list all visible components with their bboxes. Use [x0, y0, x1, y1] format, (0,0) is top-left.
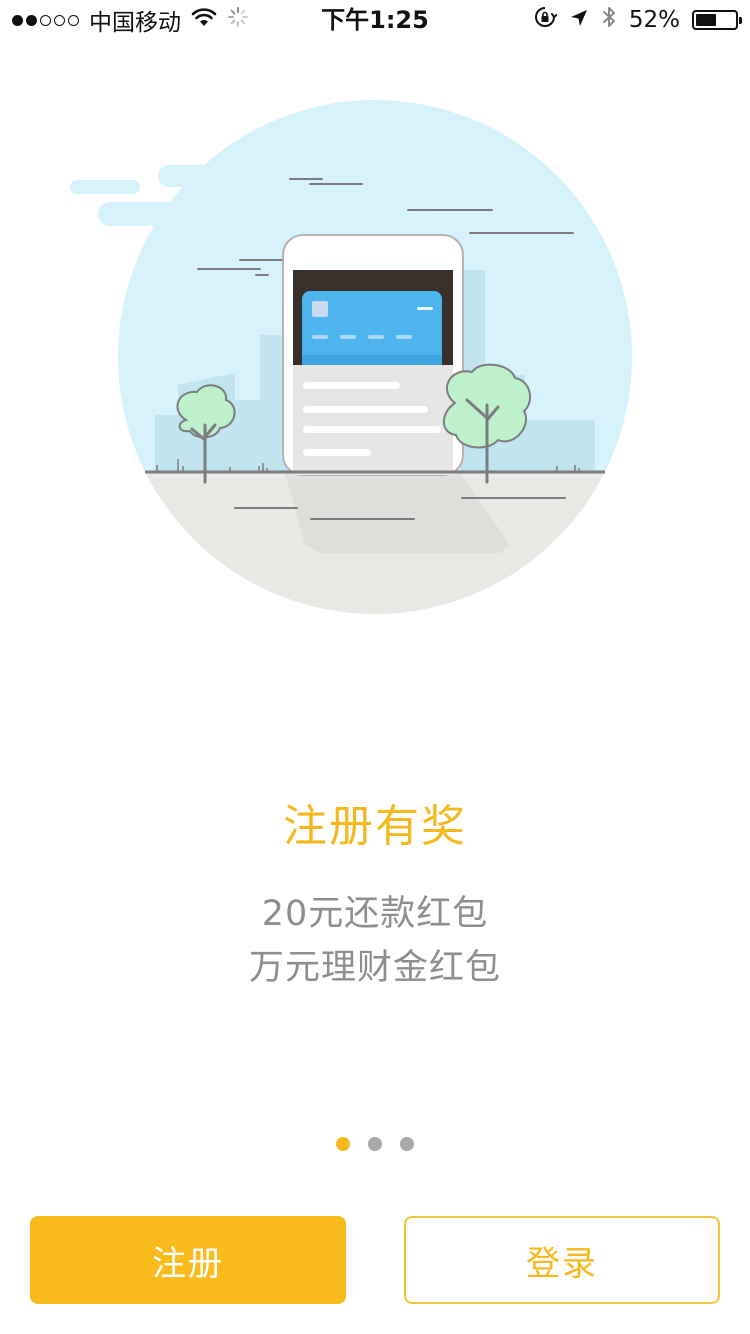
onboarding-subtitle-line-2: 万元理财金红包: [248, 948, 501, 988]
battery-level: [696, 14, 716, 26]
onboarding-subtitle-line-1: 20元还款红包: [261, 894, 489, 934]
onboarding-title: 注册有奖: [283, 801, 467, 852]
battery-percent: 52%: [628, 7, 680, 33]
onboarding-illustration: [60, 95, 660, 625]
page-dot-2[interactable]: [368, 1137, 382, 1151]
location-arrow-icon: [569, 6, 589, 34]
orientation-lock-icon: [533, 5, 558, 35]
status-bar-right: 52%: [533, 4, 742, 36]
phone-card-city-illustration: [70, 100, 632, 614]
login-button[interactable]: 登录: [404, 1216, 720, 1304]
page-dot-1[interactable]: [336, 1137, 350, 1151]
onboarding-screen: 中国移动 下午1:25 52% 注册有奖 20元还款红包 万元理财金红包 注册 …: [0, 0, 750, 1334]
status-bar: 中国移动 下午1:25 52%: [0, 0, 750, 40]
page-indicator[interactable]: [0, 1137, 750, 1151]
bluetooth-icon: [601, 5, 617, 35]
register-button[interactable]: 注册: [30, 1216, 346, 1304]
page-dot-3[interactable]: [400, 1137, 414, 1151]
battery-icon: [692, 10, 742, 30]
